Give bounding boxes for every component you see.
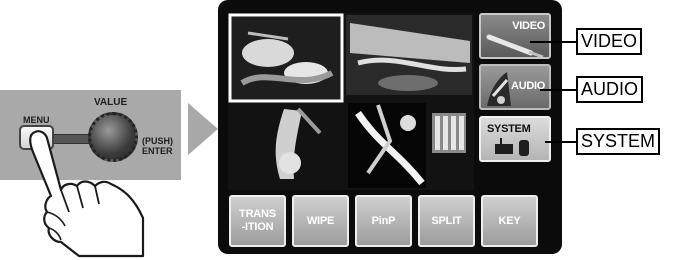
transition-button-label: TRANS -ITION: [239, 208, 276, 233]
right-arrow-icon: [188, 103, 218, 155]
wipe-button-label: WIPE: [306, 214, 335, 227]
pinp-button-label: PinP: [371, 214, 396, 227]
menu-label: MENU: [23, 115, 50, 125]
split-button[interactable]: SPLIT: [418, 195, 475, 247]
audio-button[interactable]: AUDIO: [479, 64, 551, 110]
push-enter-label: (PUSH) ENTER: [142, 136, 178, 156]
system-button[interactable]: SYSTEM: [479, 116, 551, 162]
pinp-button[interactable]: PinP: [355, 195, 412, 247]
wipe-button[interactable]: WIPE: [292, 195, 349, 247]
split-button-label: SPLIT: [431, 214, 462, 227]
system-leader-line: [545, 141, 576, 143]
musician-collage-image: [228, 13, 474, 190]
pointing-hand-icon: [29, 130, 145, 258]
key-button[interactable]: KEY: [481, 195, 538, 247]
audio-callout: AUDIO: [576, 76, 644, 103]
video-callout: VIDEO: [576, 28, 643, 55]
push-label: (PUSH): [142, 136, 173, 146]
video-leader-line: [530, 41, 576, 43]
screen-image: [228, 13, 474, 190]
system-callout: SYSTEM: [576, 128, 661, 155]
system-plug-icon: [495, 138, 529, 156]
audio-leader-line: [540, 89, 576, 91]
enter-label: ENTER: [142, 146, 173, 156]
value-label: VALUE: [94, 97, 128, 108]
video-button[interactable]: VIDEO: [479, 13, 551, 59]
key-button-label: KEY: [498, 214, 521, 227]
video-button-label: VIDEO: [512, 20, 545, 32]
transition-button[interactable]: TRANS -ITION: [229, 195, 286, 247]
